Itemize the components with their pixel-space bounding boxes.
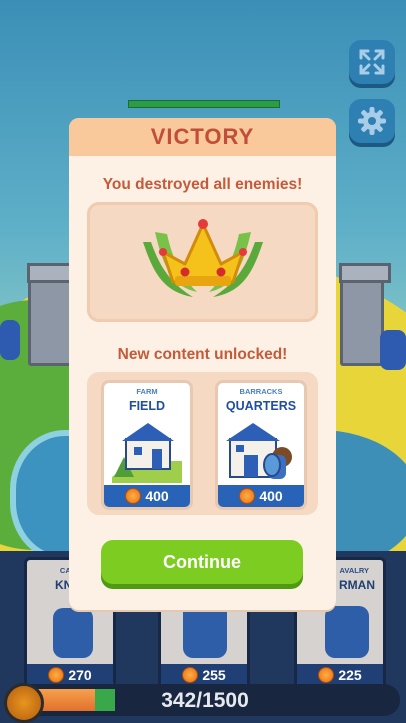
unlock-card-field: FARM FIELD 400: [101, 380, 193, 510]
coin-icon: [125, 488, 142, 504]
unlocked-heading: New content unlocked!: [117, 346, 288, 363]
continue-button[interactable]: Continue: [101, 540, 303, 584]
unlocked-content-panel: FARM FIELD 400 BARRACKS QUARTERS 400: [87, 372, 318, 515]
modal-header: VICTORY: [69, 118, 336, 156]
unlock-name: QUARTERS: [225, 399, 297, 413]
farm-building-icon: [112, 423, 182, 483]
unlock-name: FIELD: [128, 399, 166, 413]
unlock-card-quarters: BARRACKS QUARTERS 400: [215, 380, 307, 510]
unlock-category: FARM: [136, 387, 158, 396]
victory-modal: VICTORY You destroyed all enemies! New c…: [69, 118, 336, 610]
coin-icon: [239, 488, 256, 504]
unlock-price: 400: [104, 485, 190, 507]
barracks-building-icon: [226, 423, 292, 479]
reward-crown-panel: [87, 202, 318, 322]
crown-icon: [143, 219, 263, 297]
unlock-category: BARRACKS: [239, 387, 283, 396]
victory-message: You destroyed all enemies!: [102, 176, 303, 193]
modal-title: VICTORY: [150, 124, 255, 149]
unlock-price: 400: [218, 485, 304, 507]
